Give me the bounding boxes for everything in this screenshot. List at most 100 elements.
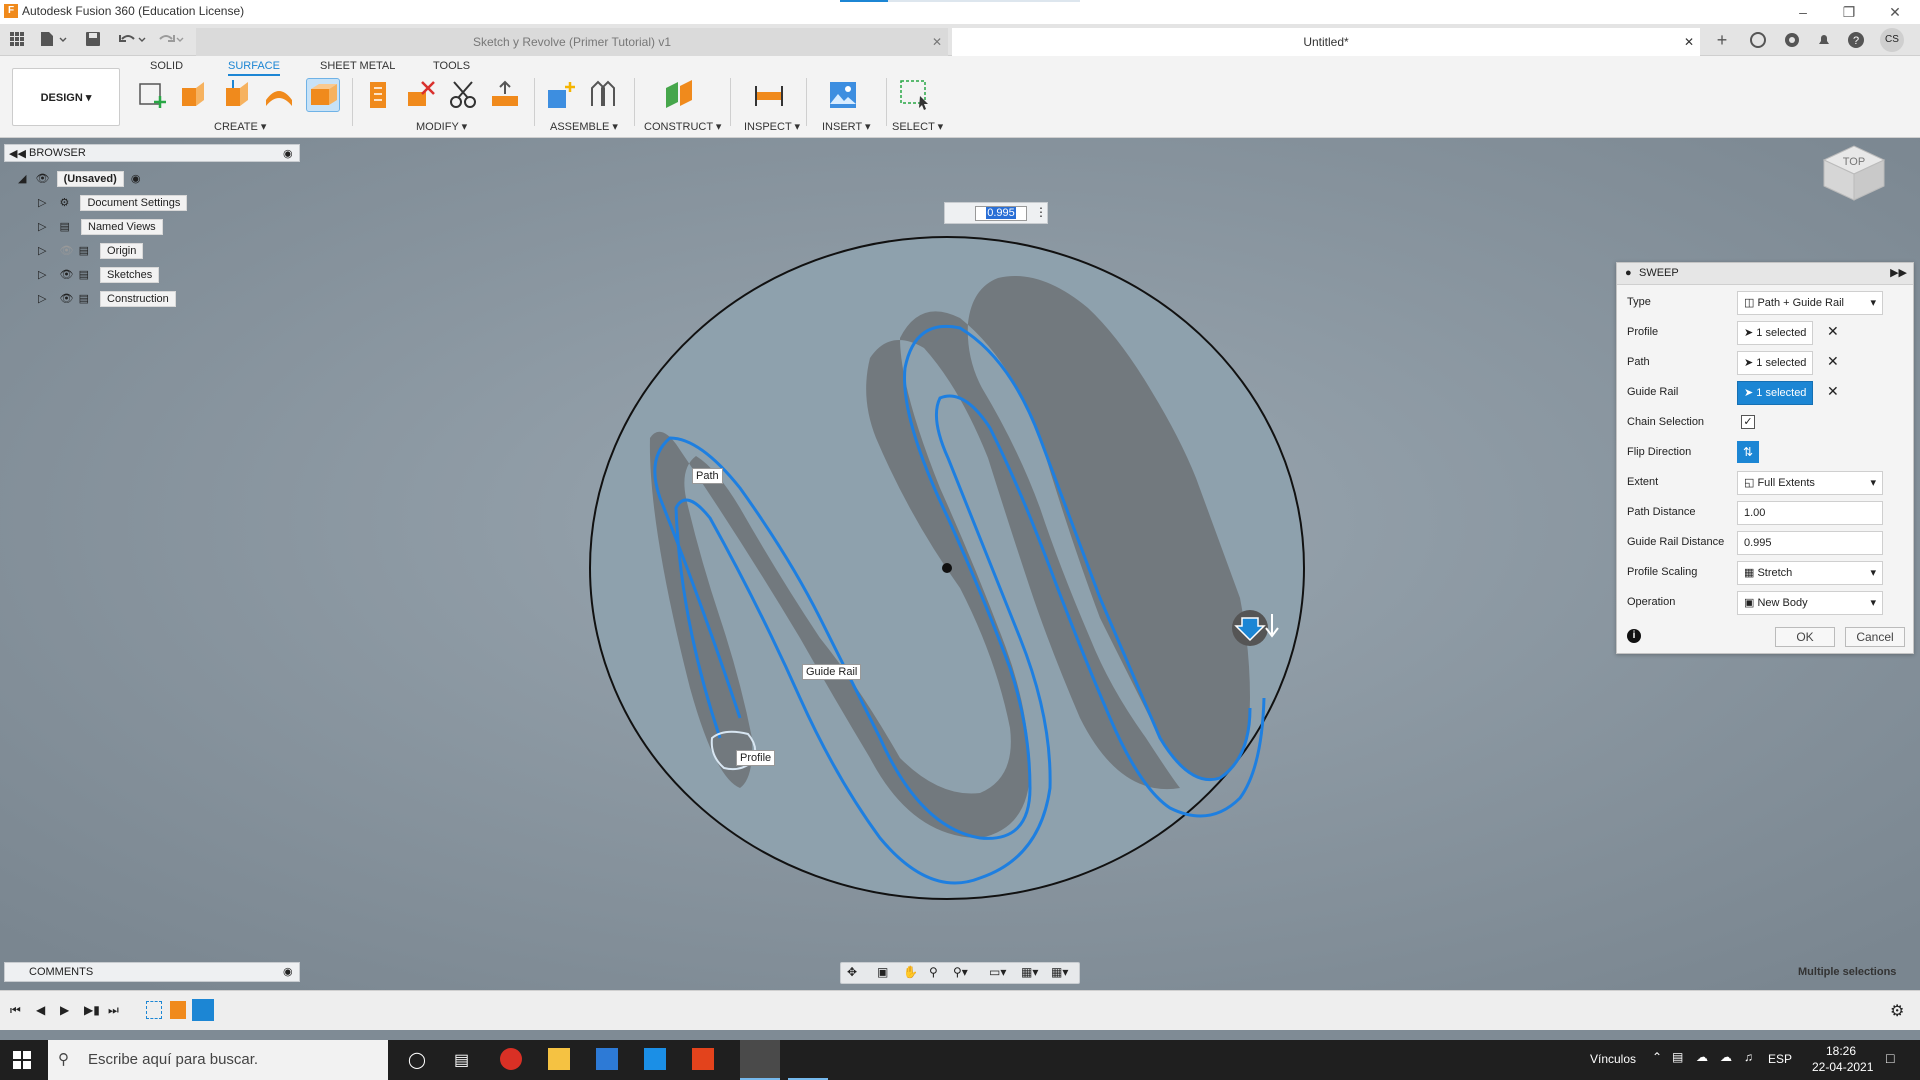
clock-date[interactable]: 22-04-2021 (1812, 1060, 1873, 1074)
redo-icon[interactable] (156, 30, 186, 48)
browser-node-origin[interactable]: ▷ 👁 ▤ Origin (38, 243, 144, 262)
ok-button[interactable]: OK (1775, 627, 1835, 647)
browser-node-document-settings[interactable]: ▷ ⚙ Document Settings (38, 195, 188, 214)
go-to-end-icon[interactable]: ⏭ (108, 1003, 119, 1018)
profile-select-button[interactable]: ➤ 1 selected (1737, 321, 1813, 345)
minimize-icon[interactable]: – (1788, 2, 1818, 22)
tab-solid[interactable]: SOLID (150, 60, 183, 72)
maximize-icon[interactable]: ❐ (1834, 2, 1864, 22)
inspect-menu[interactable]: INSPECT ▾ (744, 120, 800, 133)
clear-path-icon[interactable]: ✕ (1827, 353, 1839, 370)
look-at-icon[interactable]: ▣ (877, 965, 888, 979)
tray-expand-icon[interactable]: ⌃ (1652, 1050, 1662, 1064)
volume-icon[interactable]: ♫ (1744, 1050, 1753, 1064)
mail-icon[interactable] (644, 1048, 666, 1070)
tab-sketch-revolve[interactable]: Sketch y Revolve (Primer Tutorial) v1 ✕ (196, 28, 948, 56)
origin-point[interactable] (942, 563, 952, 573)
browser-node-construction[interactable]: ▷ 👁 ▤ Construction (38, 291, 176, 310)
discord-taskbar-icon[interactable] (788, 1040, 828, 1080)
sweep-tool-icon[interactable] (306, 78, 340, 112)
eye-icon[interactable]: 👁 (60, 293, 74, 305)
browser-header[interactable]: ◀◀ BROWSER ◉ (4, 144, 300, 162)
step-back-icon[interactable]: ◀ (36, 1003, 45, 1017)
sweep-header[interactable]: ● SWEEP ▶▶ (1617, 263, 1913, 285)
dialog-minimize-icon[interactable]: ● (1625, 267, 1632, 279)
cortana-icon[interactable]: ◯ (408, 1050, 426, 1070)
path-distance-input[interactable]: 1.00 (1737, 501, 1883, 525)
task-view-icon[interactable]: ▤ (454, 1050, 469, 1070)
go-to-start-icon[interactable]: ⏮ (10, 1003, 21, 1018)
close-tab-icon[interactable]: ✕ (932, 28, 942, 56)
tab-tools[interactable]: TOOLS (433, 60, 470, 72)
browser-root[interactable]: ◢ 👁 (Unsaved) ◉ (18, 171, 141, 190)
operation-dropdown[interactable]: ▣ New Body ▾ (1737, 591, 1883, 615)
file-menu-icon[interactable] (38, 30, 68, 48)
viewports-icon[interactable]: ▦▾ (1051, 965, 1068, 979)
activate-radio-icon[interactable]: ◉ (131, 173, 141, 185)
revolve-tool-icon[interactable] (220, 78, 254, 112)
design-workspace-button[interactable]: DESIGN ▾ (12, 68, 120, 126)
browser-node-sketches[interactable]: ▷ 👁 ▤ Sketches (38, 267, 160, 286)
create-menu[interactable]: CREATE ▾ (214, 120, 266, 133)
info-icon[interactable]: i (1627, 629, 1641, 643)
job-status-icon[interactable] (1748, 30, 1768, 50)
close-window-icon[interactable]: ✕ (1880, 2, 1910, 22)
insert-image-tool-icon[interactable] (826, 78, 860, 112)
cancel-button[interactable]: Cancel (1845, 627, 1905, 647)
timeline-settings-gear-icon[interactable]: ⚙ (1890, 1001, 1904, 1021)
insert-menu[interactable]: INSERT ▾ (822, 120, 871, 133)
fusion-taskbar-icon[interactable] (740, 1040, 780, 1080)
eye-hidden-icon[interactable]: 👁 (60, 245, 74, 257)
grid-settings-icon[interactable]: ▦▾ (1021, 965, 1038, 979)
create-sketch-tool-icon[interactable] (134, 78, 168, 112)
expand-triangle-icon[interactable]: ▷ (38, 269, 46, 281)
eye-icon[interactable]: 👁 (36, 173, 50, 185)
play-icon[interactable]: ▶ (60, 1003, 69, 1017)
taskbar-search[interactable]: ⚲ Escribe aquí para buscar. (48, 1040, 388, 1080)
grid-menu-icon[interactable] (8, 30, 26, 48)
store-icon[interactable] (596, 1048, 618, 1070)
help-icon[interactable]: ? (1846, 30, 1866, 50)
extensions-icon[interactable] (1782, 30, 1802, 50)
extrude-tool-icon[interactable] (178, 78, 212, 112)
tab-untitled[interactable]: Untitled* ✕ (952, 28, 1700, 56)
onedrive-icon[interactable]: ☁ (1696, 1050, 1708, 1064)
chrome-icon[interactable] (500, 1048, 522, 1070)
more-options-icon[interactable]: ⋮ (1035, 205, 1047, 219)
close-tab-icon[interactable]: ✕ (1684, 28, 1694, 56)
collapse-triangle-icon[interactable]: ◢ (18, 173, 26, 185)
extent-dropdown[interactable]: ◱ Full Extents ▾ (1737, 471, 1883, 495)
cloud-sync-icon[interactable]: ☁ (1720, 1050, 1732, 1064)
new-tab-icon[interactable]: + (1712, 30, 1732, 50)
timeline-revolve-icon[interactable] (170, 1001, 186, 1019)
clock-time[interactable]: 18:26 (1826, 1044, 1856, 1058)
display-settings-icon[interactable]: ▭▾ (989, 965, 1006, 979)
offset-surface-tool-icon[interactable] (488, 78, 522, 112)
language-indicator[interactable]: ESP (1768, 1052, 1792, 1066)
modify-menu[interactable]: MODIFY ▾ (416, 120, 467, 133)
clear-guide-rail-icon[interactable]: ✕ (1827, 383, 1839, 400)
browser-minimize-icon[interactable]: ◉ (283, 147, 293, 160)
select-tool-icon[interactable] (898, 78, 932, 112)
step-forward-icon[interactable]: ▶▮ (84, 1003, 100, 1017)
notifications-center-icon[interactable]: □ (1886, 1050, 1894, 1066)
joint-tool-icon[interactable] (586, 78, 620, 112)
zoom-window-icon[interactable]: ⚲▾ (953, 965, 968, 979)
chain-selection-checkbox[interactable]: ✓ (1741, 415, 1755, 429)
new-component-tool-icon[interactable] (544, 78, 578, 112)
type-dropdown[interactable]: ◫ Path + Guide Rail ▾ (1737, 291, 1883, 315)
expand-triangle-icon[interactable]: ▷ (38, 293, 46, 305)
zoom-icon[interactable]: ⚲ (929, 965, 938, 979)
expand-triangle-icon[interactable]: ▷ (38, 221, 46, 233)
construct-plane-tool-icon[interactable] (662, 78, 696, 112)
tab-sheet-metal[interactable]: SHEET METAL (320, 60, 395, 72)
guide-rail-distance-input[interactable]: 0.995 (1737, 531, 1883, 555)
windows-start-icon[interactable] (12, 1050, 32, 1070)
user-avatar[interactable]: CS (1880, 28, 1904, 52)
notifications-icon[interactable] (1814, 30, 1834, 50)
expand-dialog-icon[interactable]: ▶▶ (1890, 266, 1907, 279)
clear-profile-icon[interactable]: ✕ (1827, 323, 1839, 340)
distance-input[interactable]: 0.995 (975, 206, 1027, 221)
press-pull-tool-icon[interactable] (362, 78, 396, 112)
office-icon[interactable] (692, 1048, 714, 1070)
